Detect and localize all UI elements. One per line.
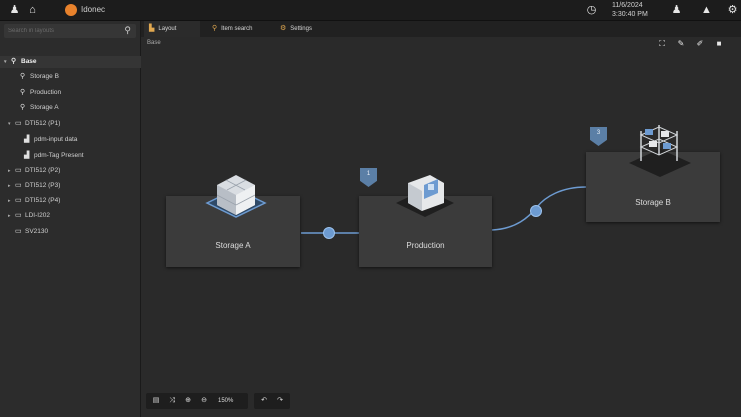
search-icon[interactable]: ⚲ [124, 25, 131, 36]
connection-point-storage-a-production[interactable] [323, 227, 335, 239]
layout-icon: ▙ [149, 25, 155, 32]
tree-item-storage-b[interactable]: ⚲ Storage B [20, 71, 59, 83]
zoom-in-icon[interactable]: ⊕ [181, 393, 195, 409]
user-icon[interactable]: ♟ [670, 4, 683, 17]
tree-item-label: Production [30, 89, 62, 96]
zoom-level: 150% [218, 398, 234, 404]
tree-item-label: Storage A [30, 104, 59, 111]
tab-item-search[interactable]: ⚲ Item search [207, 21, 271, 37]
history-toolbar: ↶ ↷ [254, 393, 290, 409]
tree-item-label: pdm-Tag Present [34, 152, 84, 159]
tree-item-label: Base [21, 58, 37, 65]
node-label: Storage A [215, 241, 251, 250]
datetime: 11/6/2024 3:30:40 PM [612, 1, 648, 19]
location-icon: ⚲ [20, 104, 26, 111]
settings-icon: ⚙ [280, 25, 287, 32]
tree-item-label: DTI512 (P4) [25, 197, 61, 204]
tab-bar: ▙ Layout ⚲ Item search ⚙ Settings [141, 21, 741, 37]
tab-label: Layout [158, 26, 177, 32]
device-icon: ▭ [15, 167, 22, 174]
tree-item-dti512-p1[interactable]: ▾ ▭ DTI512 (P1) [8, 118, 60, 130]
shelving-icon [629, 125, 691, 177]
tree-item-ldi-i202[interactable]: ▸ ▭ LDI-I202 [8, 210, 50, 222]
data-icon: ▟ [24, 136, 30, 143]
tab-settings[interactable]: ⚙ Settings [275, 21, 325, 37]
sidebar: ⚲ ▾⚲Base ⚲Storage B ⚲Production ⚲Storage… [0, 21, 141, 417]
tree-item-storage-a[interactable]: ⚲ Storage A [20, 102, 59, 114]
tree-item-label: LDI-I202 [25, 212, 50, 219]
app-logo-icon [65, 4, 77, 16]
location-icon: ⚲ [11, 58, 17, 65]
tree-item-dti512-p4[interactable]: ▸ ▭ DTI512 (P4) [8, 195, 60, 207]
undo-icon[interactable]: ↶ [257, 393, 271, 409]
redo-icon[interactable]: ↷ [273, 393, 287, 409]
search-items-icon: ⚲ [212, 25, 218, 32]
tab-label: Item search [221, 26, 253, 32]
chevron-right-icon[interactable]: ▸ [8, 195, 15, 207]
node-label: Production [406, 241, 445, 250]
date-text: 11/6/2024 [612, 2, 643, 9]
tree-item-production[interactable]: ⚲ Production [20, 87, 61, 99]
storage-boxes-icon [205, 175, 267, 218]
tree-item-label: DTI512 (P1) [25, 120, 61, 127]
node-label: Storage B [635, 198, 671, 207]
zoom-out-icon[interactable]: ⊖ [197, 393, 211, 409]
home-icon[interactable]: ⌂ [26, 4, 39, 17]
layout-canvas[interactable]: Base ⛶ ✎ ✐ ■ Storage A Production 1 Stor… [141, 37, 741, 417]
tree-item-label: SV2130 [25, 228, 49, 235]
shuffle-icon[interactable]: ⤨ [165, 393, 179, 409]
machine-icon [396, 175, 454, 217]
alert-icon[interactable]: ▲ [700, 4, 713, 17]
app-name[interactable]: Idonec [81, 5, 105, 14]
time-text: 3:30:40 PM [612, 11, 648, 18]
device-icon: ▭ [15, 212, 22, 219]
search-input[interactable] [8, 26, 118, 36]
top-bar: ♟ ⌂ Idonec ◷ 11/6/2024 3:30:40 PM ♟ ▲ ⚙ [0, 0, 741, 21]
device-icon: ▭ [15, 120, 22, 127]
tab-label: Settings [290, 26, 312, 32]
connection-point-production-storage-b[interactable] [530, 205, 542, 217]
location-icon: ⚲ [20, 89, 26, 96]
tree-item-label: DTI512 (P2) [25, 167, 61, 174]
location-icon: ⚲ [20, 73, 26, 80]
tree-item-dti512-p3[interactable]: ▸ ▭ DTI512 (P3) [8, 180, 60, 192]
tree-item-pdm-input-data[interactable]: ▟ pdm-input data [24, 134, 77, 146]
tree-item-label: Storage B [30, 73, 59, 80]
tree-item-label: DTI512 (P3) [25, 182, 61, 189]
chevron-right-icon[interactable]: ▸ [8, 210, 15, 222]
chevron-down-icon[interactable]: ▾ [4, 56, 11, 68]
data-icon: ▟ [24, 152, 30, 159]
tab-layout[interactable]: ▙ Layout [144, 21, 200, 37]
clock-icon[interactable]: ◷ [585, 4, 598, 17]
settings-icon[interactable]: ⚙ [726, 4, 739, 17]
chevron-down-icon[interactable]: ▾ [8, 118, 15, 130]
device-icon: ▭ [15, 228, 22, 235]
device-icon: ▭ [15, 197, 22, 204]
device-icon: ▭ [15, 182, 22, 189]
map-icon[interactable]: ▤ [149, 393, 163, 409]
tree-item-base[interactable]: ▾ ⚲ Base [0, 56, 141, 68]
person-icon[interactable]: ♟ [8, 4, 21, 17]
chevron-right-icon[interactable]: ▸ [8, 180, 15, 192]
tree-item-sv2130[interactable]: ▭ SV2130 [15, 226, 48, 238]
tree-item-label: pdm-input data [34, 136, 78, 143]
chevron-right-icon[interactable]: ▸ [8, 165, 15, 177]
canvas-toolbar: ▤ ⤨ ⊕ ⊖ 150% [146, 393, 248, 409]
tree-item-dti512-p2[interactable]: ▸ ▭ DTI512 (P2) [8, 165, 60, 177]
layout-search[interactable]: ⚲ [4, 24, 136, 38]
tree-item-pdm-tag-present[interactable]: ▟ pdm-Tag Present [24, 150, 84, 162]
